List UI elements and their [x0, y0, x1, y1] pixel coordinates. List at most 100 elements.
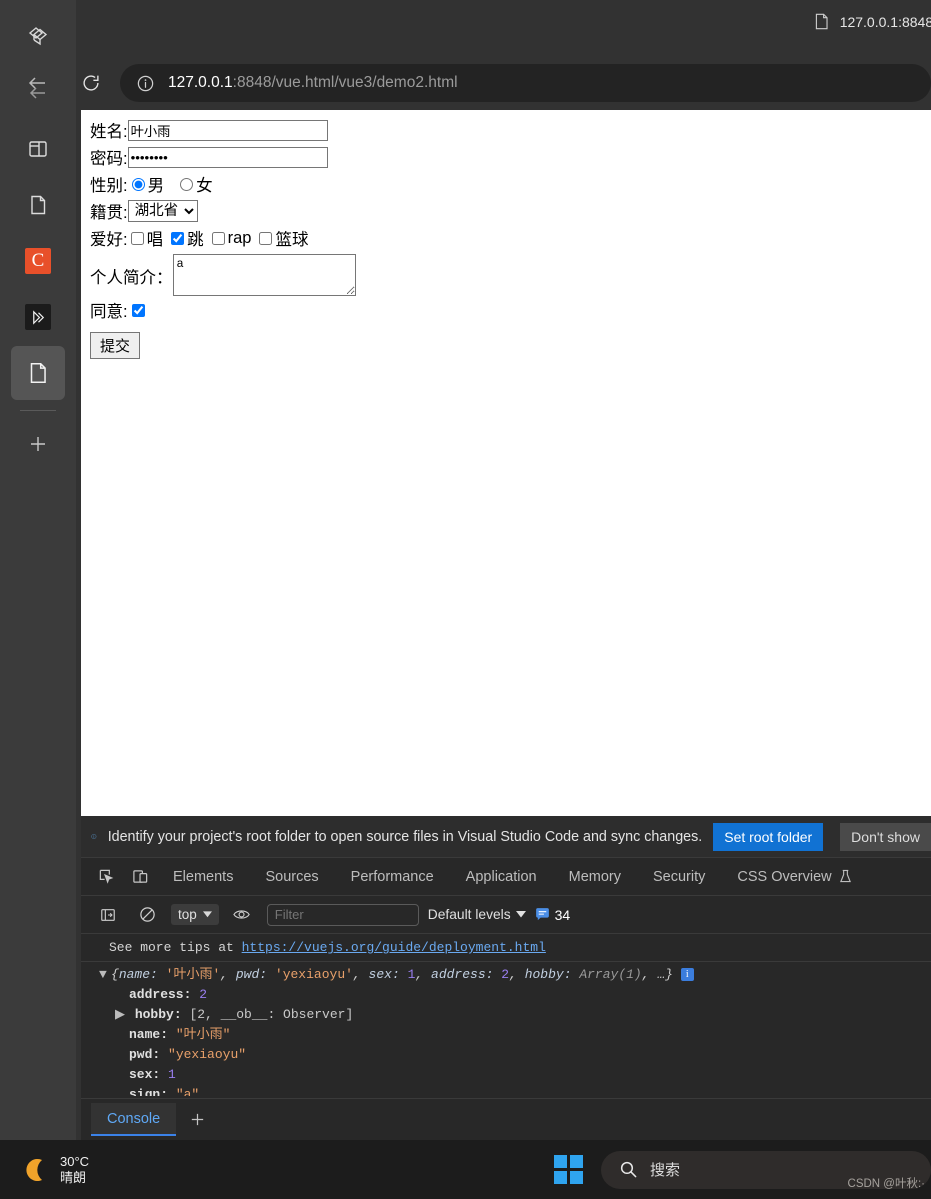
hobby-checkbox-basketball[interactable]	[259, 231, 273, 245]
console-context-selector[interactable]: top	[171, 904, 219, 925]
hobby-label-dance: 跳	[187, 231, 204, 249]
weather-condition: 晴朗	[60, 1169, 87, 1185]
hobby-item-rap[interactable]: rap	[211, 228, 252, 248]
windows-start-button[interactable]	[554, 1155, 583, 1184]
drawer-add-tab-icon[interactable]	[182, 1107, 212, 1133]
expand-triangle-closed-icon[interactable]: ▶	[115, 1005, 127, 1025]
field-row-address: 籍贯: 湖北省	[90, 199, 931, 223]
expand-triangle-open-icon[interactable]: ▼	[99, 965, 111, 985]
prop-sign-key: sign:	[129, 1087, 169, 1096]
document-icon[interactable]	[11, 178, 65, 232]
windows-taskbar: 30°C 晴朗 搜索 CSDN @叶秋:·	[0, 1140, 931, 1199]
active-document-icon[interactable]	[11, 346, 65, 400]
hobby-item-dance[interactable]: 跳	[171, 226, 204, 250]
address-label: 籍贯:	[90, 204, 128, 222]
console-sidebar-toggle-icon[interactable]	[93, 902, 123, 928]
tab-application[interactable]: Application	[452, 869, 551, 885]
back-button[interactable]	[20, 66, 54, 100]
taskbar-search-placeholder: 搜索	[650, 1162, 681, 1179]
browser-tab[interactable]: 127.0.0.1:8848,	[813, 12, 931, 31]
summary-sex-key: sex:	[368, 967, 400, 982]
console-message-count-label: 34	[554, 906, 571, 923]
devtools-panel: Identify your project's root folder to o…	[81, 816, 931, 1140]
console-context-label: top	[178, 907, 197, 922]
name-input[interactable]	[127, 119, 328, 141]
console-prop-name: name: "叶小雨"	[81, 1025, 931, 1045]
hobby-item-sing[interactable]: 唱	[130, 226, 163, 250]
info-badge-icon[interactable]: i	[680, 968, 694, 982]
device-toolbar-icon[interactable]	[125, 864, 155, 890]
drawer-tab-console[interactable]: Console	[91, 1103, 177, 1136]
address-bar[interactable]: 127.0.0.1:8848/vue.html/vue3/demo2.html	[120, 64, 931, 102]
field-row-name: 姓名:	[90, 118, 931, 142]
password-input[interactable]	[127, 146, 328, 168]
hobby-checkbox-rap[interactable]	[211, 231, 225, 245]
prop-sex-key: sex:	[129, 1067, 161, 1082]
console-filter-input[interactable]	[266, 903, 419, 926]
weather-temperature: 30°C	[60, 1153, 90, 1169]
taskbar-weather-widget[interactable]: 30°C 晴朗	[24, 1154, 89, 1186]
prop-name-value: "叶小雨"	[175, 1027, 231, 1042]
console-levels-dropdown[interactable]: Default levels	[428, 907, 526, 922]
hobby-label-basketball: 篮球	[275, 231, 309, 249]
notification-text: Identify your project's root folder to o…	[107, 828, 703, 845]
tab-performance[interactable]: Performance	[337, 869, 448, 885]
moon-icon	[26, 1158, 42, 1181]
prop-address-value: 2	[199, 987, 208, 1002]
hobby-checkbox-dance[interactable]	[171, 231, 185, 245]
reload-button[interactable]	[74, 66, 108, 100]
window-split-icon[interactable]	[11, 122, 65, 176]
radio-group-male[interactable]: 男	[131, 172, 164, 196]
console-tip-line: See more tips at https://vuejs.org/guide…	[81, 938, 931, 958]
radio-group-female[interactable]: 女	[180, 172, 213, 196]
tab-favicon-document-icon	[815, 13, 828, 30]
tab-css-overview[interactable]: CSS Overview	[723, 869, 865, 885]
prop-pwd-key: pwd:	[129, 1047, 161, 1062]
vuejs-deployment-link[interactable]: https://vuejs.org/guide/deployment.html	[242, 940, 546, 955]
console-message-count[interactable]: 34	[535, 906, 571, 923]
dont-show-button[interactable]: Don't show	[840, 822, 931, 851]
tab-memory[interactable]: Memory	[555, 869, 635, 885]
live-expression-eye-icon[interactable]	[228, 902, 258, 928]
prop-pwd-value: "yexiaoyu"	[168, 1047, 247, 1062]
vue-demo-form: 姓名: 密码: 性别: 男 女 籍贯: 湖北省 爱好:	[81, 110, 931, 359]
browser-sidebar: C	[0, 0, 76, 1140]
set-root-folder-button[interactable]: Set root folder	[713, 822, 824, 851]
tab-sources[interactable]: Sources	[251, 869, 332, 885]
submit-button[interactable]: 提交	[90, 332, 141, 359]
csdn-icon[interactable]: C	[11, 234, 65, 288]
agree-checkbox[interactable]	[131, 303, 145, 317]
url-host: 127.0.0.1	[168, 74, 233, 91]
hobby-checkbox-sing[interactable]	[130, 231, 144, 245]
url-port: :8848	[232, 74, 272, 91]
info-icon	[91, 834, 97, 839]
tab-security[interactable]: Security	[639, 869, 719, 885]
add-tab-button[interactable]	[11, 417, 65, 471]
hobby-item-basketball[interactable]: 篮球	[259, 226, 308, 250]
summary-name-value: '叶小雨'	[165, 967, 221, 982]
app-badge-icon[interactable]	[11, 290, 65, 344]
weather-text: 30°C 晴朗	[60, 1154, 89, 1186]
bio-textarea[interactable]: a	[172, 254, 356, 296]
clear-console-icon[interactable]	[132, 902, 162, 928]
console-prop-pwd: pwd: "yexiaoyu"	[81, 1045, 931, 1065]
console-object-summary[interactable]: ▼ {name: '叶小雨', pwd: 'yexiaoyu', sex: 1, …	[81, 965, 931, 985]
devtools-drawer-tabbar: Console	[81, 1098, 931, 1140]
hobby-label-rap: rap	[227, 228, 252, 247]
console-prop-sex: sex: 1	[81, 1065, 931, 1085]
address-select[interactable]: 湖北省	[127, 200, 198, 222]
start-tile-3	[554, 1171, 567, 1184]
search-icon	[620, 1161, 637, 1178]
prop-address-key: address:	[129, 987, 192, 1002]
tab-elements[interactable]: Elements	[159, 869, 247, 885]
sex-radio-female[interactable]	[180, 177, 194, 191]
summary-pwd-key: pwd:	[235, 967, 268, 982]
inspect-element-icon[interactable]	[91, 864, 121, 890]
bio-label: 个人简介：	[90, 269, 173, 287]
browser-tabstrip: 127.0.0.1:8848,	[76, 0, 931, 56]
start-tile-2	[570, 1155, 583, 1168]
sex-radio-male[interactable]	[131, 177, 145, 191]
app-badge-square	[25, 304, 51, 330]
prop-hobby-value: [2, __ob__: Observer]	[189, 1007, 354, 1022]
console-prop-hobby[interactable]: ▶ hobby: [2, __ob__: Observer]	[81, 1005, 931, 1025]
